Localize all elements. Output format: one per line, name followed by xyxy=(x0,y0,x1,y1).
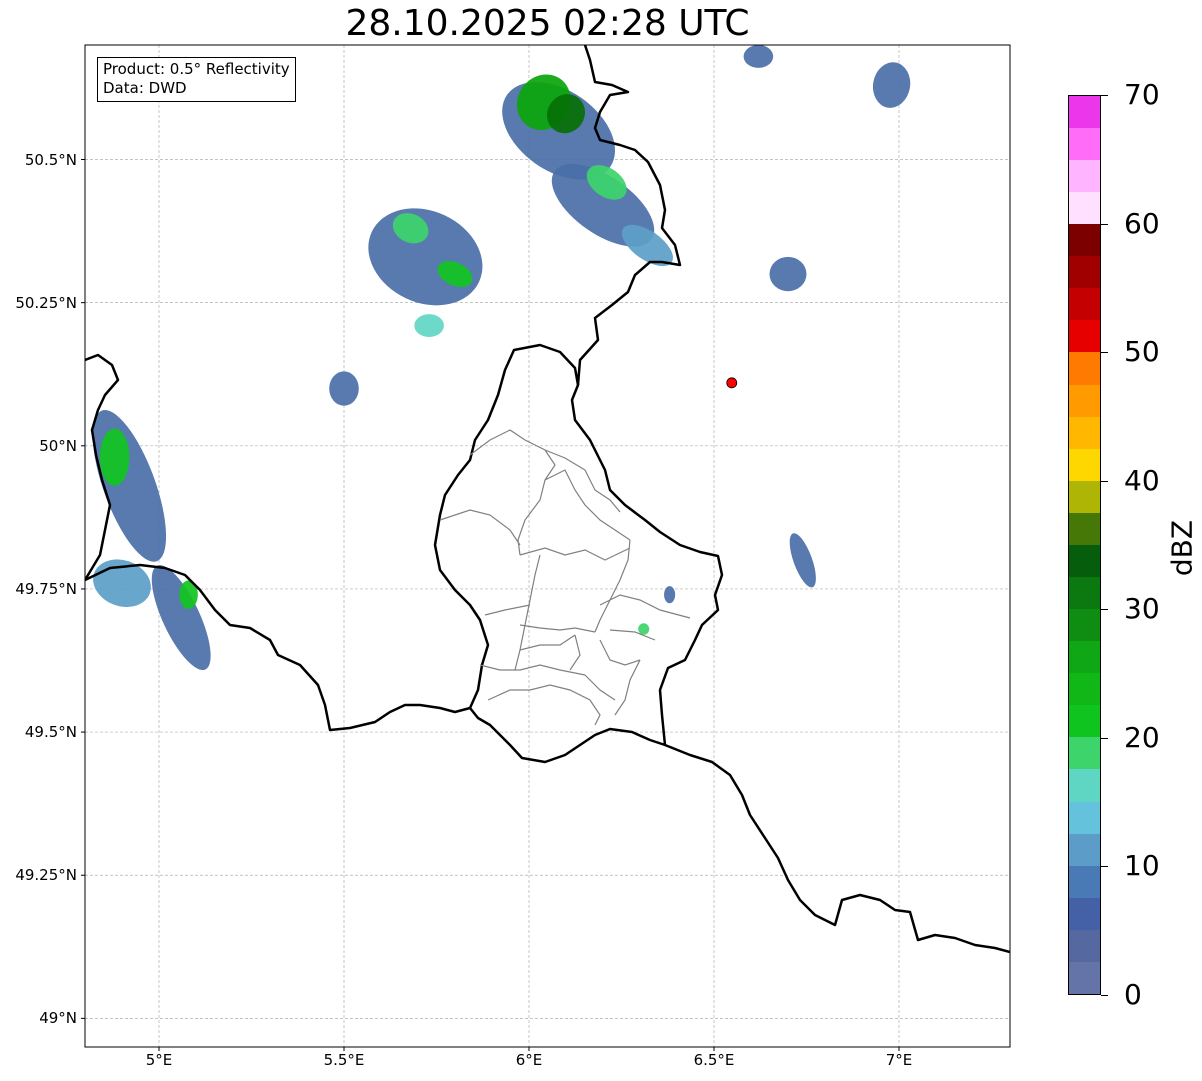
colorbar-tick xyxy=(1101,352,1108,354)
colorbar-segment xyxy=(1069,480,1100,513)
echo-cell xyxy=(414,314,444,338)
colorbar-segment xyxy=(1069,641,1100,674)
lat-tick-label: 50.5°N xyxy=(24,150,77,169)
colorbar-segment xyxy=(1069,673,1100,706)
colorbar-segment xyxy=(1069,705,1100,738)
colorbar-segment xyxy=(1069,801,1100,834)
lat-tick-label: 49.75°N xyxy=(15,579,77,598)
colorbar-tick-label: 60 xyxy=(1124,206,1160,240)
colorbar-label: dBZ xyxy=(1165,519,1199,577)
colorbar-segment xyxy=(1069,737,1100,770)
echo-cell xyxy=(872,62,911,108)
radar-site-marker xyxy=(726,377,738,389)
echo-cell xyxy=(638,623,650,635)
lon-tick-label: 6°E xyxy=(515,1051,543,1069)
product-info-box: Product: 0.5° Reflectivity Data: DWD xyxy=(97,57,296,102)
colorbar-segment xyxy=(1069,448,1100,481)
colorbar-segment xyxy=(1069,127,1100,160)
canton-lines xyxy=(439,429,691,726)
colorbar-segment xyxy=(1069,865,1100,898)
data-source-label: Data: DWD xyxy=(103,79,187,97)
colorbar-tick xyxy=(1101,995,1108,996)
lon-tick-label: 7°E xyxy=(885,1051,913,1069)
lon-tick-label: 6.5°E xyxy=(693,1051,735,1069)
colorbar-segment xyxy=(1069,416,1100,449)
lon-tick-label: 5°E xyxy=(145,1051,173,1069)
colorbar-segment xyxy=(1069,320,1100,353)
echo-cell xyxy=(99,428,130,486)
echo-cell xyxy=(151,565,211,671)
radar-site-layer xyxy=(726,377,738,389)
canton-boundaries xyxy=(439,429,691,726)
colorbar-tick-label: 50 xyxy=(1124,335,1160,369)
colorbar-segment xyxy=(1069,769,1100,802)
dbz-colorbar xyxy=(1068,95,1101,995)
lat-tick-label: 50.25°N xyxy=(15,293,77,312)
colorbar-tick xyxy=(1101,95,1108,96)
colorbar-tick-label: 10 xyxy=(1124,849,1160,883)
colorbar-segment xyxy=(1069,288,1100,321)
colorbar-segment xyxy=(1069,544,1100,577)
colorbar-tick-label: 20 xyxy=(1124,720,1160,754)
colorbar-tick-label: 40 xyxy=(1124,463,1160,497)
radar-map xyxy=(81,44,1011,1051)
echo-cell xyxy=(769,256,807,292)
lat-tick-label: 49°N xyxy=(39,1009,77,1028)
echo-cell xyxy=(368,208,483,306)
lon-tick-label: 5.5°E xyxy=(323,1051,365,1069)
colorbar-tick xyxy=(1101,737,1108,739)
country-borders xyxy=(85,45,1010,954)
radar-echoes xyxy=(92,45,911,671)
echo-cell xyxy=(664,586,676,604)
lat-tick-label: 50°N xyxy=(39,436,77,455)
colorbar-segment xyxy=(1069,929,1100,962)
colorbar-segment xyxy=(1069,961,1100,994)
colorbar-segment xyxy=(1069,224,1100,257)
product-label: Product: 0.5° Reflectivity xyxy=(103,60,290,78)
colorbar-tick-label: 30 xyxy=(1124,592,1160,626)
france-germany-border xyxy=(664,743,1010,954)
colorbar-segment xyxy=(1069,609,1100,642)
colorbar-segment xyxy=(1069,576,1100,610)
colorbar-tick xyxy=(1101,866,1108,868)
colorbar-segment xyxy=(1069,352,1100,385)
colorbar-tick xyxy=(1101,223,1108,225)
echo-cell xyxy=(329,371,359,406)
colorbar-segment xyxy=(1069,95,1100,128)
colorbar-segment xyxy=(1069,256,1100,289)
colorbar-tick-label: 0 xyxy=(1124,978,1142,1011)
colorbar-tick-label: 70 xyxy=(1124,78,1160,111)
lat-tick-label: 49.5°N xyxy=(24,723,77,742)
colorbar-segment xyxy=(1069,512,1100,545)
colorbar-segment xyxy=(1069,192,1100,225)
colorbar-segment xyxy=(1069,833,1100,866)
echo-cell xyxy=(743,45,774,68)
colorbar-tick xyxy=(1101,480,1108,482)
luxembourg-border xyxy=(433,343,724,764)
lat-tick-label: 49.25°N xyxy=(15,866,77,885)
colorbar-segment xyxy=(1069,384,1100,417)
axis-ticks xyxy=(81,159,900,1051)
colorbar-segment xyxy=(1069,897,1100,930)
colorbar-segment xyxy=(1069,159,1100,193)
echo-cell xyxy=(789,533,816,588)
colorbar-tick xyxy=(1101,609,1108,611)
